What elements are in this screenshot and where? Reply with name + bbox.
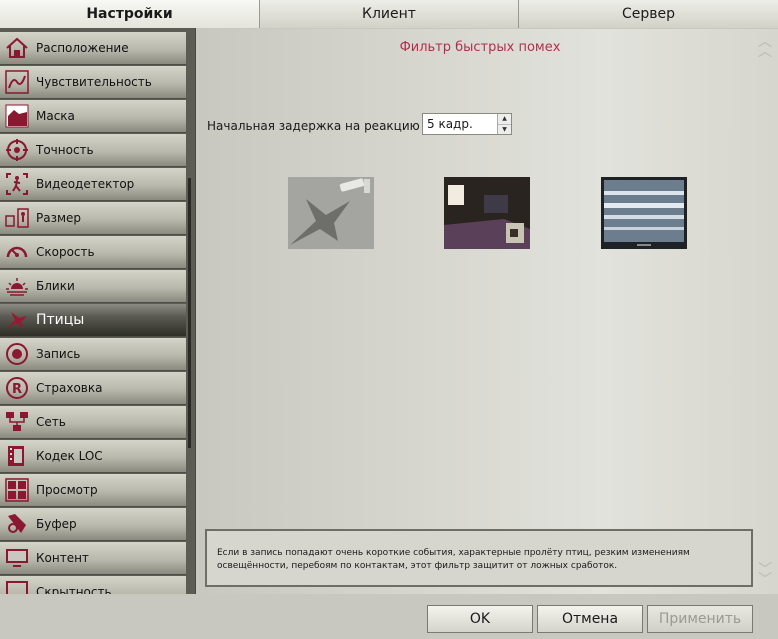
sidebar-item-glare[interactable]: Блики: [0, 270, 186, 303]
ok-button[interactable]: OK: [427, 605, 533, 633]
cancel-button[interactable]: Отмена: [537, 605, 643, 633]
sidebar-item-label: Сеть: [36, 415, 66, 429]
spin-down-icon[interactable]: ▼: [498, 123, 511, 134]
bird-icon: [4, 307, 30, 333]
room-glare-illustration: [444, 177, 530, 249]
sidebar-item-sensitivity[interactable]: Чувствительность: [0, 66, 186, 99]
sidebar-item-codec[interactable]: Кодек LOC: [0, 440, 186, 473]
sidebar-item-label: Видеодетектор: [36, 177, 135, 191]
record-icon: [4, 341, 30, 367]
panel-title: Фильтр быстрых помех: [399, 40, 561, 55]
sidebar-item-label: Кодек LOC: [36, 449, 103, 463]
sidebar-item-video-detector[interactable]: Видеодетектор: [0, 168, 186, 201]
size-icon: [4, 205, 30, 231]
delay-label: Начальная задержка на реакцию: [207, 119, 420, 133]
crosshair-icon: [4, 137, 30, 163]
sidebar-item-label: Размер: [36, 211, 82, 225]
sidebar-item-label: Расположение: [36, 41, 129, 55]
tab-settings[interactable]: Настройки: [0, 0, 260, 28]
tab-client[interactable]: Клиент: [260, 0, 519, 28]
sidebar-item-label: Буфер: [36, 517, 77, 531]
registered-icon: R: [4, 375, 30, 401]
sidebar-item-network[interactable]: Сеть: [0, 406, 186, 439]
sidebar-item-location[interactable]: Расположение: [0, 32, 186, 65]
info-box: Если в запись попадают очень короткие со…: [205, 529, 753, 587]
sidebar-item-content[interactable]: Контент: [0, 542, 186, 575]
sidebar-item-size[interactable]: Размер: [0, 202, 186, 235]
apply-button[interactable]: Применить: [647, 605, 753, 633]
svg-text:R: R: [12, 382, 22, 397]
sidebar-item-buffer[interactable]: Буфер: [0, 508, 186, 541]
settings-panel: Фильтр быстрых помех ︿ ︿ Начальная задерж…: [197, 29, 778, 594]
scroll-down-icon[interactable]: ﹀ ﹀: [758, 563, 772, 587]
sidebar-item-speed[interactable]: Скорость: [0, 236, 186, 269]
sidebar-item-view[interactable]: Просмотр: [0, 474, 186, 507]
sidebar-item-insurance[interactable]: R Страховка: [0, 372, 186, 405]
sidebar-item-label: Скорость: [36, 245, 95, 259]
tab-bar: Настройки Клиент Сервер: [0, 0, 778, 28]
sidebar-item-label: Запись: [36, 347, 81, 361]
speedometer-icon: [4, 239, 30, 265]
delay-spinner[interactable]: 5 кадр. ▲ ▼: [422, 113, 512, 135]
motion-detector-icon: [4, 171, 30, 197]
sidebar-item-label: Блики: [36, 279, 75, 293]
sidebar-item-label: Страховка: [36, 381, 103, 395]
view-grid-icon: [4, 477, 30, 503]
bird-camera-illustration: [288, 177, 374, 249]
sidebar-scrollbar[interactable]: [188, 178, 191, 448]
delay-value[interactable]: 5 кадр.: [423, 114, 497, 134]
hidden-icon: [4, 579, 30, 594]
noise-screen-illustration: [601, 177, 687, 249]
sensitivity-icon: [4, 69, 30, 95]
scroll-up-icon[interactable]: ︿ ︿: [758, 35, 772, 59]
sidebar-item-label: Чувствительность: [36, 75, 152, 89]
network-icon: [4, 409, 30, 435]
sidebar-item-label: Контент: [36, 551, 89, 565]
mask-icon: [4, 103, 30, 129]
sidebar-item-birds[interactable]: Птицы: [0, 304, 186, 337]
sidebar-item-accuracy[interactable]: Точность: [0, 134, 186, 167]
buffer-icon: [4, 511, 30, 537]
sidebar-item-mask[interactable]: Маска: [0, 100, 186, 133]
house-icon: [4, 35, 30, 61]
sidebar-item-label: Птицы: [36, 312, 85, 328]
sunrise-icon: [4, 273, 30, 299]
sidebar-item-recording[interactable]: Запись: [0, 338, 186, 371]
tab-server[interactable]: Сервер: [519, 0, 778, 28]
spin-up-icon[interactable]: ▲: [498, 114, 511, 124]
sidebar-item-label: Маска: [36, 109, 75, 123]
button-bar: OK Отмена Применить: [0, 594, 778, 639]
monitor-icon: [4, 545, 30, 571]
sidebar-item-label: Просмотр: [36, 483, 98, 497]
sidebar: Расположение Чувствительность Маска Точн…: [0, 28, 196, 594]
film-icon: [4, 443, 30, 469]
sidebar-item-label: Точность: [36, 143, 94, 157]
sidebar-item-label: Скрытность: [36, 585, 112, 594]
sidebar-item-stealth[interactable]: Скрытность: [0, 576, 186, 594]
